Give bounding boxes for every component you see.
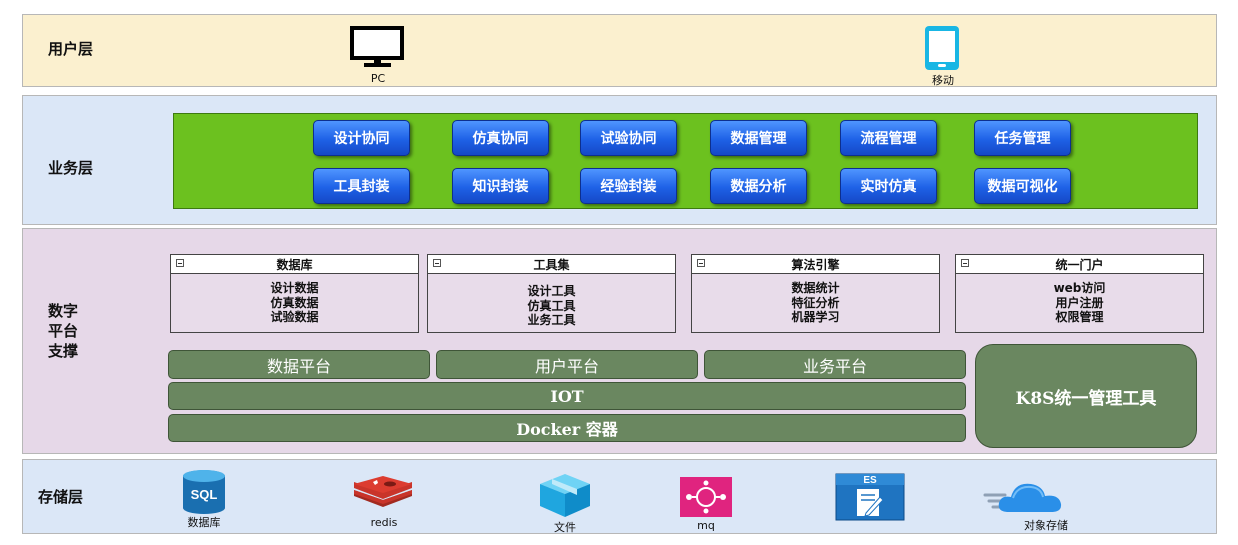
business-button[interactable]: 工具封装 xyxy=(313,168,410,204)
business-button[interactable]: 实时仿真 xyxy=(840,168,937,204)
business-button[interactable]: 任务管理 xyxy=(974,120,1071,156)
user-layer: 用户层 PC 移动 xyxy=(22,14,1217,87)
pc-label: PC xyxy=(370,72,386,85)
svg-text:SQL: SQL xyxy=(191,487,218,502)
sql-database-icon: SQL xyxy=(181,469,227,515)
storage-layer: 存储层 SQL 数据库 redis 文件 mq ES 对象存储 xyxy=(22,459,1217,534)
mobile-phone-icon xyxy=(921,25,965,71)
module-toolset: 工具集 设计工具 仿真工具 业务工具 xyxy=(427,254,676,333)
k8s-management-block[interactable]: K8S统一管理工具 xyxy=(975,344,1197,448)
platform-layer: 数字 平台 支撑 数据库 设计数据 仿真数据 试验数据 工具集 设计工具 仿真工… xyxy=(22,228,1217,454)
collapse-icon[interactable] xyxy=(697,259,705,267)
platform-layer-title: 数字 平台 支撑 xyxy=(48,302,79,360)
business-layer-title: 业务层 xyxy=(48,159,94,177)
business-panel: 设计协同 仿真协同 试验协同 数据管理 流程管理 任务管理 工具封装 知识封装 … xyxy=(173,113,1198,209)
elasticsearch-icon: ES xyxy=(835,473,905,521)
business-button[interactable]: 设计协同 xyxy=(313,120,410,156)
user-layer-title: 用户层 xyxy=(48,40,94,58)
business-platform-bar[interactable]: 业务平台 xyxy=(704,350,966,379)
message-queue-icon xyxy=(680,477,732,517)
storage-label-redis: redis xyxy=(370,516,398,529)
module-algorithm-engine: 算法引擎 数据统计 特征分析 机器学习 xyxy=(691,254,940,333)
module-database: 数据库 设计数据 仿真数据 试验数据 xyxy=(170,254,419,333)
redis-icon xyxy=(352,474,414,514)
business-button[interactable]: 数据分析 xyxy=(710,168,807,204)
pc-monitor-icon xyxy=(350,26,406,70)
business-button[interactable]: 数据管理 xyxy=(710,120,807,156)
file-box-icon xyxy=(538,472,592,518)
module-unified-portal: 统一门户 web访问 用户注册 权限管理 xyxy=(955,254,1204,333)
iot-bar[interactable]: IOT xyxy=(168,382,966,410)
docker-bar[interactable]: Docker 容器 xyxy=(168,414,966,442)
svg-text:ES: ES xyxy=(863,475,877,486)
storage-label-file: 文件 xyxy=(554,521,576,534)
business-button[interactable]: 试验协同 xyxy=(580,120,677,156)
collapse-icon[interactable] xyxy=(433,259,441,267)
business-button[interactable]: 数据可视化 xyxy=(974,168,1071,204)
collapse-icon[interactable] xyxy=(176,259,184,267)
collapse-icon[interactable] xyxy=(961,259,969,267)
user-platform-bar[interactable]: 用户平台 xyxy=(436,350,698,379)
business-button[interactable]: 知识封装 xyxy=(452,168,549,204)
storage-label-database: 数据库 xyxy=(187,516,221,529)
business-layer: 业务层 设计协同 仿真协同 试验协同 数据管理 流程管理 任务管理 工具封装 知… xyxy=(22,95,1217,225)
data-platform-bar[interactable]: 数据平台 xyxy=(168,350,430,379)
storage-label-object-storage: 对象存储 xyxy=(1024,519,1068,532)
business-button[interactable]: 经验封装 xyxy=(580,168,677,204)
storage-label-mq: mq xyxy=(697,519,715,532)
business-button[interactable]: 仿真协同 xyxy=(452,120,549,156)
object-storage-cloud-icon xyxy=(983,476,1069,516)
business-button[interactable]: 流程管理 xyxy=(840,120,937,156)
storage-layer-title: 存储层 xyxy=(38,488,84,506)
mobile-label: 移动 xyxy=(932,74,954,87)
